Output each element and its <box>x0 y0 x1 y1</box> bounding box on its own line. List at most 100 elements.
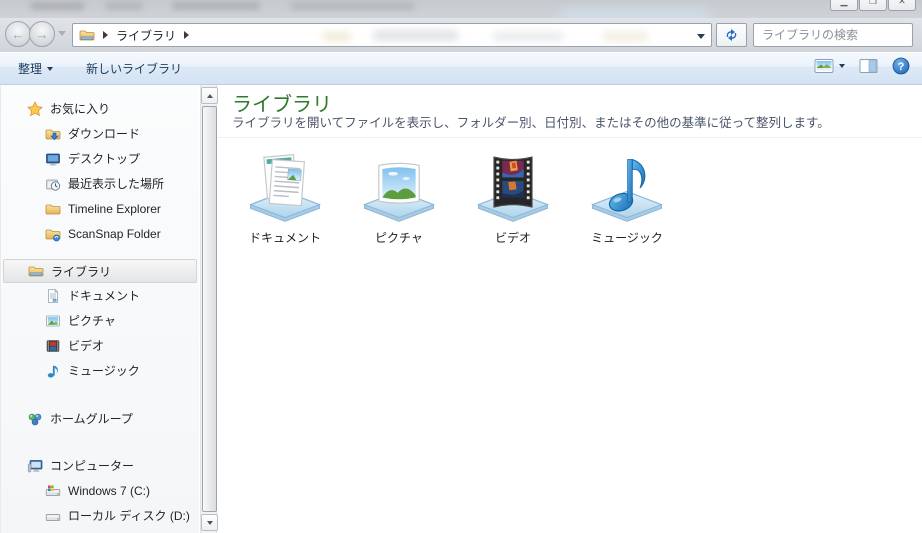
sidebar-item-music[interactable]: ミュージック <box>1 358 199 383</box>
scansnap-folder-icon <box>45 229 61 241</box>
computer-icon <box>27 459 43 472</box>
minimize-button[interactable]: ▁ <box>830 0 858 11</box>
refresh-button[interactable] <box>716 23 747 47</box>
libraries-icon <box>79 30 95 41</box>
header-separator <box>218 137 922 138</box>
windows-drive-icon <box>45 485 61 496</box>
sidebar-label: ドキュメント <box>68 289 141 303</box>
sidebar-item-downloads[interactable]: ダウンロード <box>1 121 199 146</box>
breadcrumb-arrow-icon[interactable] <box>103 31 108 39</box>
addressbar-smudge <box>603 32 648 41</box>
title-bar[interactable]: ▁ ❐ ✕ <box>0 0 922 18</box>
titlebar-smudge <box>30 2 85 10</box>
new-library-button[interactable]: 新しいライブラリ <box>78 58 190 79</box>
sidebar-item-favorites[interactable]: お気に入り <box>1 96 199 121</box>
sidebar-label: 最近表示した場所 <box>68 177 165 191</box>
back-arrow-icon: ← <box>11 26 25 42</box>
library-label: ドキュメント <box>248 231 321 245</box>
picture-icon <box>46 315 60 326</box>
sidebar-label: ミュージック <box>68 364 140 378</box>
window-body: お気に入り ダウンロード デスクトップ 最近表示した場所 Timeline Ex… <box>0 85 922 533</box>
search-box <box>753 23 921 47</box>
sidebar-label: Windows 7 (C:) <box>68 483 151 498</box>
scroll-up-button[interactable] <box>201 87 218 104</box>
library-item-music[interactable]: ミュージック <box>570 150 684 246</box>
sidebar-label: ピクチャ <box>68 314 116 328</box>
views-icon <box>814 59 834 73</box>
sidebar-item-recent-places[interactable]: 最近表示した場所 <box>1 171 199 196</box>
organize-label: 整理 <box>18 62 43 76</box>
vertical-scrollbar[interactable] <box>200 85 218 533</box>
library-label: ピクチャ <box>375 231 423 245</box>
search-input[interactable] <box>754 28 921 42</box>
chevron-down-icon <box>47 66 54 71</box>
sidebar-label: ScanSnap Folder <box>68 226 161 241</box>
organize-button[interactable]: 整理 <box>10 58 61 79</box>
preview-pane-button[interactable] <box>859 58 878 74</box>
help-button[interactable]: ? <box>892 57 910 75</box>
library-item-documents[interactable]: ドキュメント <box>228 150 342 246</box>
breadcrumb-arrow-icon[interactable] <box>184 31 190 39</box>
recent-places-icon <box>46 179 61 191</box>
sidebar-label: ライブラリ <box>51 264 112 279</box>
titlebar-smudge <box>105 2 143 10</box>
window-controls: ▁ ❐ ✕ <box>830 0 916 11</box>
close-button[interactable]: ✕ <box>888 0 916 11</box>
chevron-down-icon <box>839 64 845 68</box>
addressbar-smudge <box>373 30 458 41</box>
svg-text:?: ? <box>898 61 905 73</box>
views-button[interactable] <box>814 58 845 74</box>
sidebar-label: ローカル ディスク (D:) <box>68 509 190 523</box>
sidebar-item-pictures[interactable]: ピクチャ <box>1 308 199 333</box>
forward-arrow-icon: → <box>35 26 49 42</box>
back-button[interactable]: ← <box>5 21 31 47</box>
command-toolbar: 整理 新しいライブラリ ? <box>0 52 922 85</box>
drive-icon <box>45 513 61 521</box>
sidebar-label: Timeline Explorer <box>68 201 161 216</box>
address-bar[interactable]: ライブラリ <box>72 23 712 47</box>
sidebar-label: コンピューター <box>50 459 135 473</box>
breadcrumb-root[interactable]: ライブラリ <box>116 27 176 44</box>
address-dropdown-icon[interactable] <box>697 34 705 39</box>
triangle-down-icon <box>206 520 213 525</box>
titlebar-smudge <box>290 2 415 10</box>
sidebar-item-homegroup[interactable]: ホームグループ <box>1 406 199 431</box>
sidebar-item-scansnap-folder[interactable]: ScanSnap Folder <box>1 221 199 246</box>
library-grid: ドキュメント ピクチャ ビデオ ミュージック <box>228 150 684 246</box>
homegroup-icon <box>28 413 42 425</box>
sidebar-item-videos[interactable]: ビデオ <box>1 333 199 358</box>
libraries-icon <box>28 266 44 277</box>
forward-button[interactable]: → <box>29 21 55 47</box>
sidebar-item-documents[interactable]: ドキュメント <box>1 283 199 308</box>
scrollbar-thumb[interactable] <box>202 106 217 512</box>
sidebar-item-desktop[interactable]: デスクトップ <box>1 146 199 171</box>
content-pane: ライブラリ ライブラリを開いてファイルを表示し、フォルダー別、日付別、またはその… <box>218 85 922 533</box>
sidebar-item-libraries[interactable]: ライブラリ <box>3 259 197 283</box>
download-folder-icon <box>45 129 61 140</box>
navigation-bar: ← → ライブラリ <box>0 18 922 52</box>
toolbar-right-group: ? <box>814 57 910 75</box>
library-item-pictures[interactable]: ピクチャ <box>342 150 456 246</box>
triangle-up-icon <box>206 93 213 98</box>
library-item-videos[interactable]: ビデオ <box>456 150 570 246</box>
desktop-icon <box>46 153 60 165</box>
music-note-icon <box>47 365 58 377</box>
star-icon <box>27 100 43 116</box>
music-library-icon <box>590 158 664 222</box>
navigation-pane: お気に入り ダウンロード デスクトップ 最近表示した場所 Timeline Ex… <box>0 85 199 533</box>
sidebar-item-local-disk-d-drive[interactable]: ローカル ディスク (D:) <box>1 503 199 528</box>
sidebar-label: ダウンロード <box>68 127 141 141</box>
restore-button[interactable]: ❐ <box>859 0 887 11</box>
sidebar-item-timeline-explorer[interactable]: Timeline Explorer <box>1 196 199 221</box>
scroll-down-button[interactable] <box>201 514 218 531</box>
sidebar-item-windows7-c-drive[interactable]: Windows 7 (C:) <box>1 478 199 503</box>
recent-pages-chevron-icon[interactable] <box>58 31 66 36</box>
titlebar-smudge <box>172 2 260 10</box>
document-icon <box>48 288 59 303</box>
folder-icon <box>45 204 61 214</box>
sidebar-item-computer[interactable]: コンピューター <box>1 453 199 478</box>
sidebar-label: ホームグループ <box>50 412 133 426</box>
